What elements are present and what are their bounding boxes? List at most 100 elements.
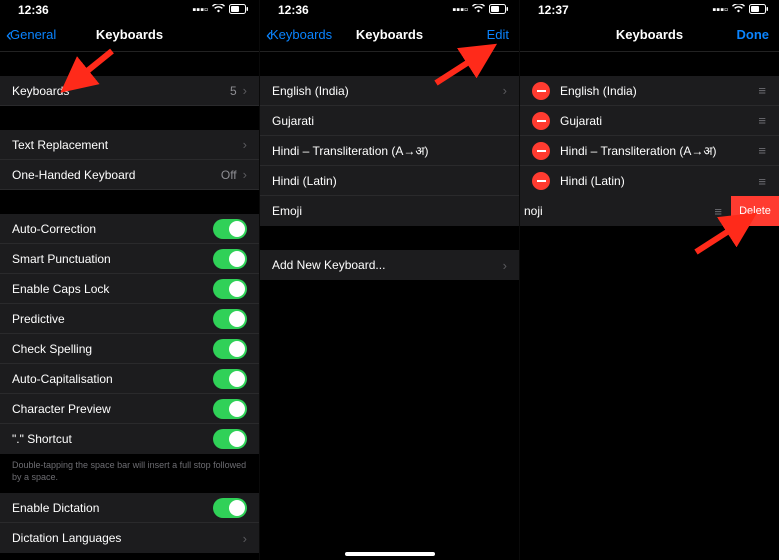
toggle-label: Character Preview <box>12 402 213 416</box>
wifi-icon <box>472 4 485 16</box>
switch-on-icon[interactable] <box>213 249 247 269</box>
switch-on-icon[interactable] <box>213 309 247 329</box>
keyboard-rows-group: English (India)› Gujarati Hindi – Translit… <box>260 76 519 226</box>
one-handed-row[interactable]: One-Handed Keyboard Off › <box>0 160 259 190</box>
toggle-group: Auto-Correction Smart Punctuation Enable C… <box>0 214 259 454</box>
toggle-label: Enable Caps Lock <box>12 282 213 296</box>
status-bar: 12:36 ▪▪▪▫ <box>260 0 519 18</box>
delete-minus-button[interactable] <box>532 112 550 130</box>
home-indicator[interactable] <box>345 552 435 556</box>
status-icons: ▪▪▪▫ <box>192 4 249 17</box>
keyboard-row-label: Hindi (Latin) <box>560 174 758 188</box>
chevron-right-icon: › <box>503 258 507 273</box>
add-new-keyboard-row[interactable]: Add New Keyboard... › <box>260 250 519 280</box>
switch-on-icon[interactable] <box>213 369 247 389</box>
delete-button[interactable]: Delete <box>731 196 779 226</box>
add-new-keyboard-label: Add New Keyboard... <box>272 258 503 272</box>
nav-back-button[interactable]: ‹ General <box>6 26 56 44</box>
nav-title: Keyboards <box>616 27 683 42</box>
delete-minus-button[interactable] <box>532 82 550 100</box>
keyboard-edit-row[interactable]: English (India)≡ <box>520 76 779 106</box>
toggle-row[interactable]: "." Shortcut <box>0 424 259 454</box>
signal-icon: ▪▪▪▫ <box>452 4 468 16</box>
toggle-row[interactable]: Predictive <box>0 304 259 334</box>
nav-back-label: General <box>10 27 56 42</box>
toggle-label: "." Shortcut <box>12 432 213 446</box>
keyboards-count: 5 <box>230 84 237 98</box>
keyboard-row[interactable]: Hindi – Transliteration (A→अ) <box>260 136 519 166</box>
keyboard-row[interactable]: English (India)› <box>260 76 519 106</box>
battery-icon <box>489 4 509 17</box>
status-icons: ▪▪▪▫ <box>452 4 509 17</box>
nav-title: Keyboards <box>96 27 163 42</box>
toggle-row[interactable]: Auto-Correction <box>0 214 259 244</box>
text-replacement-row[interactable]: Text Replacement › <box>0 130 259 160</box>
status-icons: ▪▪▪▫ <box>712 4 769 17</box>
toggle-label: Predictive <box>12 312 213 326</box>
status-bar: 12:36 ▪▪▪▫ <box>0 0 259 18</box>
chevron-right-icon: › <box>243 167 247 182</box>
status-time: 12:37 <box>538 3 569 17</box>
switch-on-icon[interactable] <box>213 219 247 239</box>
swiped-keyboard-row[interactable]: noji ≡ Delete <box>520 196 779 226</box>
switch-on-icon[interactable] <box>213 498 247 518</box>
drag-handle-icon[interactable]: ≡ <box>758 174 767 189</box>
signal-icon: ▪▪▪▫ <box>192 4 208 16</box>
switch-on-icon[interactable] <box>213 339 247 359</box>
keyboard-row-label: Gujarati <box>560 114 758 128</box>
keyboard-row-label: Gujarati <box>272 114 507 128</box>
drag-handle-icon[interactable]: ≡ <box>714 204 723 219</box>
chevron-right-icon: › <box>243 137 247 152</box>
dictation-languages-label: Dictation Languages <box>12 531 243 545</box>
keyboard-row-label: Emoji <box>272 204 507 218</box>
phone-3: 12:37 ▪▪▪▫ Keyboards Done English (India… <box>520 0 779 560</box>
signal-icon: ▪▪▪▫ <box>712 4 728 16</box>
keyboard-edit-row[interactable]: Hindi – Transliteration (A→अ)≡ <box>520 136 779 166</box>
toggle-row[interactable]: Check Spelling <box>0 334 259 364</box>
edit-button[interactable]: Edit <box>487 27 509 42</box>
toggle-row[interactable]: Character Preview <box>0 394 259 424</box>
text-replacement-label: Text Replacement <box>12 138 243 152</box>
keyboard-row-label: English (India) <box>272 84 503 98</box>
one-handed-label: One-Handed Keyboard <box>12 168 221 182</box>
keyboards-list: English (India)›GujaratiHindi – Translit… <box>260 52 519 280</box>
battery-icon <box>229 4 249 17</box>
nav-bar: ‹ General Keyboards <box>0 18 259 52</box>
keyboard-row[interactable]: Gujarati <box>260 106 519 136</box>
switch-on-icon[interactable] <box>213 399 247 419</box>
keyboard-row-label: Hindi – Transliteration (A→अ) <box>272 142 507 159</box>
swiped-keyboard-label: noji <box>524 204 719 218</box>
keyboard-edit-row[interactable]: Gujarati≡ <box>520 106 779 136</box>
keyboards-row[interactable]: Keyboards 5 › <box>0 76 259 106</box>
chevron-right-icon: › <box>243 83 247 98</box>
toggle-label: Auto-Correction <box>12 222 213 236</box>
toggle-label: Smart Punctuation <box>12 252 213 266</box>
switch-on-icon[interactable] <box>213 429 247 449</box>
toggle-label: Check Spelling <box>12 342 213 356</box>
wifi-icon <box>732 4 745 16</box>
dictation-languages-row[interactable]: Dictation Languages › <box>0 523 259 553</box>
drag-handle-icon[interactable]: ≡ <box>758 83 767 98</box>
nav-back-button[interactable]: ‹ Keyboards <box>266 26 332 44</box>
keyboard-row[interactable]: Hindi (Latin) <box>260 166 519 196</box>
drag-handle-icon[interactable]: ≡ <box>758 113 767 128</box>
delete-label: Delete <box>739 205 771 217</box>
keyboard-edit-rows-group: English (India)≡Gujarati≡Hindi – Transli… <box>520 76 779 196</box>
keyboard-row[interactable]: Emoji <box>260 196 519 226</box>
chevron-right-icon: › <box>503 83 507 98</box>
phone-1: 12:36 ▪▪▪▫ ‹ General Keyboards Keyboards <box>0 0 260 560</box>
drag-handle-icon[interactable]: ≡ <box>758 143 767 158</box>
battery-icon <box>749 4 769 17</box>
shortcut-footer-note: Double-tapping the space bar will insert… <box>0 454 259 493</box>
keyboard-edit-row[interactable]: Hindi (Latin)≡ <box>520 166 779 196</box>
chevron-right-icon: › <box>243 531 247 546</box>
switch-on-icon[interactable] <box>213 279 247 299</box>
delete-minus-button[interactable] <box>532 142 550 160</box>
enable-dictation-row[interactable]: Enable Dictation <box>0 493 259 523</box>
status-time: 12:36 <box>18 3 49 17</box>
delete-minus-button[interactable] <box>532 172 550 190</box>
toggle-row[interactable]: Enable Caps Lock <box>0 274 259 304</box>
toggle-row[interactable]: Auto-Capitalisation <box>0 364 259 394</box>
done-button[interactable]: Done <box>737 27 770 42</box>
toggle-row[interactable]: Smart Punctuation <box>0 244 259 274</box>
